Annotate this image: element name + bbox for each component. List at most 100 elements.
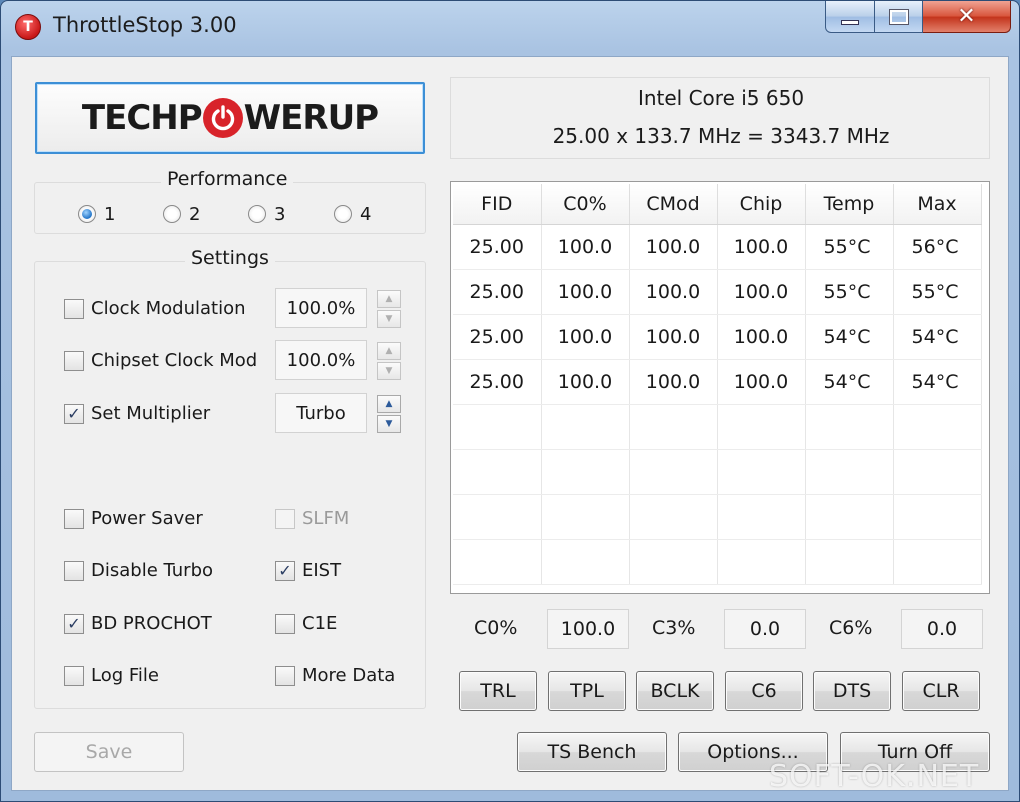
title-bar[interactable]: T ThrottleStop 3.00 ✕ (1, 1, 1019, 53)
table-cell (717, 404, 806, 450)
set-multiplier-checkbox[interactable]: ✓ (64, 404, 84, 424)
monitor-table[interactable]: FID C0% CMod Chip Temp Max 25.00 100.0 1… (450, 181, 990, 594)
performance-radio-3[interactable] (248, 205, 266, 223)
trl-button[interactable]: TRL (459, 671, 537, 711)
table-row: 25.00 100.0 100.0 100.0 55°C 55°C (453, 269, 982, 315)
disable-turbo-label: Disable Turbo (91, 560, 214, 581)
table-cell (541, 449, 630, 495)
table-header-row: FID C0% CMod Chip Temp Max (453, 184, 982, 225)
table-cell (453, 449, 542, 495)
c6-value: 0.0 (901, 609, 983, 649)
set-multiplier-value[interactable]: Turbo (275, 393, 367, 433)
table-cell (893, 449, 982, 495)
performance-label-3: 3 (274, 204, 286, 225)
table-row (453, 494, 982, 540)
chipset-clock-mod-spinner[interactable]: ▲ ▼ (377, 342, 401, 380)
c1e-checkbox[interactable] (275, 614, 295, 634)
c6-button[interactable]: C6 (725, 671, 803, 711)
bd-prochot-label: BD PROCHOT (91, 613, 212, 634)
table-cell (541, 494, 630, 540)
table-cell: 100.0 (541, 314, 630, 360)
app-icon[interactable]: T (15, 14, 41, 40)
slfm-checkbox[interactable] (275, 509, 295, 529)
bd-prochot-checkbox[interactable]: ✓ (64, 614, 84, 634)
app-window: T ThrottleStop 3.00 ✕ TECHP WERUP Perfor… (0, 0, 1020, 802)
clock-modulation-label: Clock Modulation (91, 298, 246, 319)
slfm-label: SLFM (302, 508, 350, 529)
table-cell: 54°C (893, 314, 982, 360)
table-row (453, 539, 982, 585)
clock-modulation-value[interactable]: 100.0% (275, 288, 367, 328)
dts-button[interactable]: DTS (813, 671, 891, 711)
maximize-button[interactable] (875, 1, 923, 33)
spin-down-icon[interactable]: ▼ (377, 415, 401, 433)
table-cell (717, 449, 806, 495)
c3-label: C3% (652, 617, 696, 639)
core-table: FID C0% CMod Chip Temp Max 25.00 100.0 1… (453, 184, 982, 585)
performance-radio-4[interactable] (334, 205, 352, 223)
cpu-name: Intel Core i5 650 (637, 86, 805, 110)
table-cell: 100.0 (629, 224, 718, 270)
more-data-checkbox[interactable] (275, 666, 295, 686)
maximize-icon (888, 8, 909, 25)
table-cell (805, 404, 894, 450)
minimize-button[interactable] (825, 1, 875, 33)
table-cell (893, 539, 982, 585)
table-cell: 55°C (805, 224, 894, 270)
spin-up-icon[interactable]: ▲ (377, 395, 401, 413)
spin-down-icon[interactable]: ▼ (377, 362, 401, 380)
table-cell: 100.0 (629, 314, 718, 360)
window-title: ThrottleStop 3.00 (53, 13, 237, 37)
table-cell: 100.0 (717, 269, 806, 315)
chipset-clock-mod-value[interactable]: 100.0% (275, 340, 367, 380)
table-cell: 54°C (805, 359, 894, 405)
log-file-checkbox[interactable] (64, 666, 84, 686)
c0-value: 100.0 (547, 609, 629, 649)
watermark: SOFT-OK.NET (769, 759, 980, 794)
tpl-button[interactable]: TPL (548, 671, 626, 711)
eist-checkbox[interactable]: ✓ (275, 561, 295, 581)
table-cell (541, 539, 630, 585)
clock-modulation-spinner[interactable]: ▲ ▼ (377, 290, 401, 328)
table-cell: 25.00 (453, 224, 542, 270)
table-cell: 55°C (805, 269, 894, 315)
spin-up-icon[interactable]: ▲ (377, 342, 401, 360)
table-cell (541, 404, 630, 450)
chipset-clock-mod-label: Chipset Clock Mod (91, 350, 258, 371)
clock-modulation-checkbox[interactable] (64, 299, 84, 319)
table-cell: 100.0 (629, 359, 718, 405)
table-cell: 55°C (893, 269, 982, 315)
power-saver-checkbox[interactable] (64, 509, 84, 529)
techpowerup-logo-button[interactable]: TECHP WERUP (35, 82, 425, 154)
save-button[interactable]: Save (34, 732, 184, 772)
ts-bench-button[interactable]: TS Bench (517, 732, 667, 772)
disable-turbo-checkbox[interactable] (64, 561, 84, 581)
logo-text-right: WERUP (243, 98, 379, 138)
table-cell (453, 539, 542, 585)
c6-label: C6% (829, 617, 873, 639)
main-panel: TECHP WERUP Performance 1 2 3 4 Settings (11, 56, 1009, 791)
table-row: 25.00 100.0 100.0 100.0 55°C 56°C (453, 224, 982, 270)
c1e-label: C1E (302, 613, 338, 634)
column-header-temp: Temp (805, 184, 894, 225)
column-header-max: Max (893, 184, 982, 225)
table-cell: 25.00 (453, 359, 542, 405)
close-button[interactable]: ✕ (923, 1, 1011, 33)
table-cell (805, 449, 894, 495)
performance-radio-1[interactable] (78, 205, 96, 223)
chipset-clock-mod-checkbox[interactable] (64, 351, 84, 371)
table-cell: 25.00 (453, 269, 542, 315)
table-cell: 25.00 (453, 314, 542, 360)
c0-label: C0% (474, 617, 518, 639)
bclk-button[interactable]: BCLK (636, 671, 714, 711)
spin-up-icon[interactable]: ▲ (377, 290, 401, 308)
clr-button[interactable]: CLR (902, 671, 980, 711)
spin-down-icon[interactable]: ▼ (377, 310, 401, 328)
table-cell (629, 449, 718, 495)
table-cell (805, 539, 894, 585)
performance-radio-2[interactable] (163, 205, 181, 223)
column-header-fid: FID (453, 184, 542, 225)
set-multiplier-spinner[interactable]: ▲ ▼ (377, 395, 401, 433)
power-saver-label: Power Saver (91, 508, 203, 529)
performance-title: Performance (161, 168, 294, 190)
